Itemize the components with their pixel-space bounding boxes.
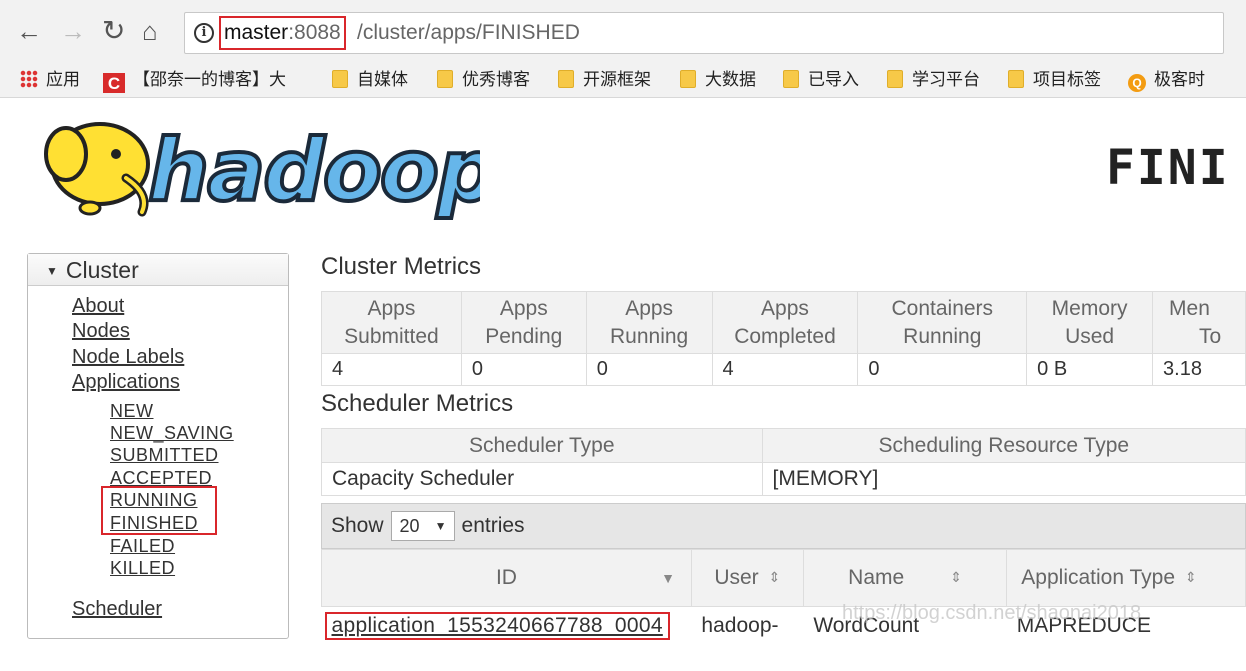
app-user-cell: hadoop-	[701, 613, 779, 637]
sidebar-link-about[interactable]: About	[72, 294, 124, 318]
logo-text: hadoop	[148, 121, 480, 220]
folder-icon	[558, 70, 574, 88]
bookmark-folder[interactable]: 项目标签	[1008, 67, 1101, 93]
reload-icon[interactable]: ↻	[102, 16, 125, 46]
column-header-name[interactable]: Name ⇕	[802, 549, 1008, 607]
sidebar-link-applications[interactable]: Applications	[72, 370, 180, 394]
info-icon[interactable]: i	[194, 23, 214, 43]
folder-icon	[1008, 70, 1024, 88]
metrics-value: 0	[460, 353, 587, 386]
app-id-highlight: application_1553240667788_0004	[324, 611, 670, 640]
sidebar-state-new[interactable]: NEW	[110, 400, 154, 422]
app-id-link[interactable]: application_1553240667788_0004	[332, 614, 663, 637]
folder-icon	[887, 70, 903, 88]
app-id-cell: application_1553240667788_0004	[322, 607, 692, 645]
cluster-metrics-table: Apps Submitted Apps Pending Apps Running Ap…	[321, 291, 1246, 386]
sidebar-state-submitted[interactable]: SUBMITTED	[110, 444, 219, 466]
entries-suffix-label: entries	[461, 514, 525, 537]
metrics-value: 0 B	[1026, 353, 1154, 386]
column-header-application-type[interactable]: Application Type ⇕	[1006, 549, 1246, 607]
metrics-header: Apps Pending	[460, 291, 587, 354]
entries-select[interactable]: 20 ▼	[390, 511, 455, 542]
column-header-user[interactable]: User ⇕	[690, 549, 804, 607]
scheduler-header: Scheduler Type	[321, 428, 763, 463]
cluster-sidebar: ▼ Cluster About Nodes Node Labels Applica…	[27, 253, 289, 639]
bookmark-folder[interactable]: 优秀博客	[437, 67, 530, 93]
metrics-header: Memory Used	[1026, 291, 1154, 354]
scheduler-metrics-table: Scheduler Type Scheduling Resource Type …	[321, 428, 1246, 496]
bookmark-geek[interactable]: Q 极客时	[1128, 67, 1205, 93]
scheduler-metrics-title: Scheduler Metrics	[321, 390, 514, 417]
metrics-header: Apps Running	[585, 291, 713, 354]
caret-down-icon: ▼	[434, 519, 447, 534]
browser-toolbar: ← → ↻ ⌂ i master:8088 /cluster/apps/FINI…	[0, 0, 1246, 62]
metrics-header: Apps Submitted	[321, 291, 462, 354]
sidebar-state-new-saving[interactable]: NEW_SAVING	[110, 422, 234, 444]
folder-icon	[783, 70, 799, 88]
apps-grid-icon	[20, 70, 38, 88]
url-host-highlight: master:8088	[219, 16, 346, 50]
metrics-header: Men To	[1152, 291, 1246, 354]
bookmark-folder[interactable]: 自媒体	[332, 67, 408, 93]
table-row: application_1553240667788_0004 hadoop- W…	[322, 607, 1246, 645]
geek-icon: Q	[1128, 74, 1146, 92]
bookmark-folder[interactable]: 已导入	[783, 67, 859, 93]
triangle-down-icon: ▼	[46, 264, 58, 278]
column-header-id[interactable]: ID ▼	[321, 549, 692, 607]
app-type-cell: MAPREDUCE	[1016, 613, 1151, 637]
sidebar-link-node-labels[interactable]: Node Labels	[72, 345, 184, 369]
sort-icon: ⇕	[950, 569, 962, 585]
metrics-header: Containers Running	[857, 291, 1028, 354]
bookmark-apps[interactable]: 应用	[20, 67, 80, 93]
applications-table: ID ▼ User ⇕ Name ⇕ Application Type ⇕ applic…	[321, 549, 1246, 645]
address-bar[interactable]: i master:8088 /cluster/apps/FINISHED	[184, 12, 1224, 54]
highlight-box	[101, 486, 217, 535]
sidebar-state-killed[interactable]: KILLED	[110, 557, 175, 579]
back-arrow-icon[interactable]: ←	[16, 16, 42, 46]
sidebar-state-failed[interactable]: FAILED	[110, 535, 175, 557]
sidebar-header-cluster[interactable]: ▼ Cluster	[28, 254, 288, 286]
cluster-metrics-title: Cluster Metrics	[321, 253, 482, 280]
sort-desc-icon: ▼	[661, 570, 675, 586]
metrics-value: 0	[585, 353, 713, 386]
csdn-icon: C	[103, 73, 125, 93]
bookmarks-bar: 应用 C 【邵奈一的博客】大 自媒体 优秀博客 开源框架 大数据 已导入 学习平台…	[0, 62, 1246, 98]
scheduler-header: Scheduling Resource Type	[761, 428, 1246, 463]
metrics-value: 0	[857, 353, 1028, 386]
scheduler-value: Capacity Scheduler	[321, 462, 763, 496]
folder-icon	[437, 70, 453, 88]
page-title: FINI	[1106, 140, 1230, 196]
bookmark-folder[interactable]: 学习平台	[887, 67, 980, 93]
entries-bar: Show 20 ▼ entries	[321, 503, 1246, 549]
metrics-value: 4	[321, 353, 462, 386]
sidebar-link-scheduler[interactable]: Scheduler	[72, 597, 162, 621]
bookmark-blog[interactable]: C 【邵奈一的博客】大	[103, 67, 311, 93]
home-icon[interactable]: ⌂	[142, 16, 158, 46]
scheduler-value: [MEMORY]	[761, 462, 1246, 496]
sort-icon: ⇕	[768, 569, 781, 585]
url-path: /cluster/apps/FINISHED	[357, 21, 580, 44]
forward-arrow-icon[interactable]: →	[60, 16, 86, 46]
metrics-header: Apps Completed	[711, 291, 859, 354]
app-name-cell: WordCount	[813, 613, 920, 637]
entries-show-label: Show	[331, 514, 384, 537]
bookmark-folder[interactable]: 开源框架	[558, 67, 651, 93]
bookmark-folder[interactable]: 大数据	[680, 67, 756, 93]
folder-icon	[680, 70, 696, 88]
url-port: :8088	[288, 21, 341, 44]
sidebar-link-nodes[interactable]: Nodes	[72, 319, 130, 343]
url-host: master	[224, 21, 289, 44]
metrics-value: 4	[711, 353, 859, 386]
metrics-value: 3.18	[1152, 353, 1246, 386]
folder-icon	[332, 70, 348, 88]
sort-icon: ⇕	[1185, 569, 1197, 585]
hadoop-logo: hadoop	[44, 119, 480, 220]
